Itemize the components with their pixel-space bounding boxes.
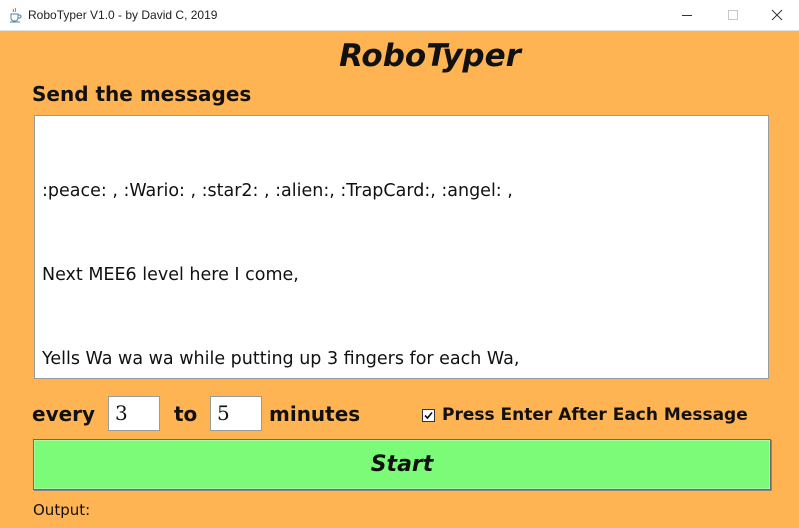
message-line: :peace: , :Wario: , :star2: , :alien:, :… [42, 181, 513, 201]
close-icon[interactable] [754, 0, 799, 30]
to-label: to [174, 402, 198, 426]
press-enter-option[interactable]: Press Enter After Each Message [422, 404, 748, 426]
every-label: every [32, 402, 96, 426]
messages-textarea[interactable]: :peace: , :Wario: , :star2: , :alien:, :… [34, 115, 769, 379]
max-minutes-input[interactable]: 5 [210, 396, 262, 431]
press-enter-label: Press Enter After Each Message [442, 405, 748, 425]
title-bar[interactable]: RoboTyper V1.0 - by David C, 2019 [0, 0, 799, 31]
checkmark-icon [424, 411, 433, 419]
start-button[interactable]: Start [33, 439, 771, 490]
min-minutes-input[interactable]: 3 [108, 396, 160, 431]
robotyper-window: RoboTyper V1.0 - by David C, 2019 RoboTy… [0, 0, 799, 528]
message-line: Next MEE6 level here I come, [42, 265, 299, 285]
minimize-icon[interactable] [664, 0, 710, 30]
message-line: Yells Wa wa wa while putting up 3 finger… [42, 349, 520, 369]
app-title: RoboTyper [339, 38, 521, 74]
window-title: RoboTyper V1.0 - by David C, 2019 [28, 8, 218, 22]
minutes-label: minutes [269, 402, 361, 426]
output-label: Output: [33, 501, 91, 519]
maximize-icon[interactable] [710, 0, 756, 30]
messages-label: Send the messages [32, 82, 252, 106]
java-cup-icon [7, 7, 23, 23]
press-enter-checkbox[interactable] [422, 408, 435, 422]
